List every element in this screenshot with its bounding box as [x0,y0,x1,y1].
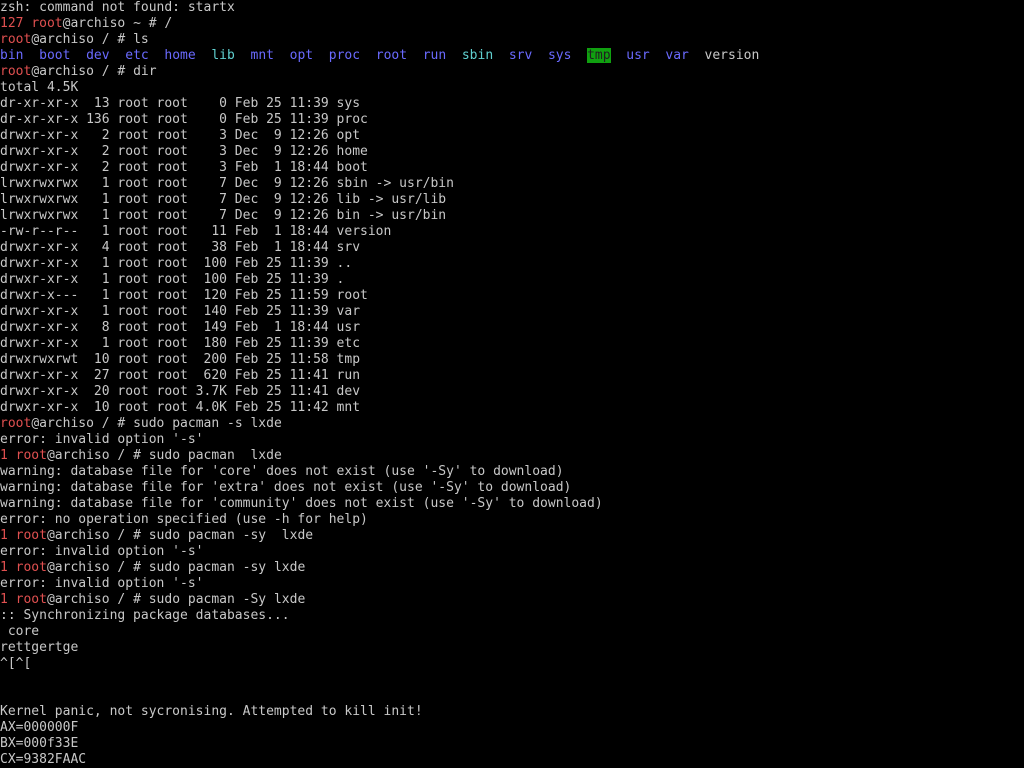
ls-entry: bin [0,48,24,63]
escape-sequence-line: ^[^[ [0,656,32,671]
terminal-console[interactable]: zsh: command not found: startx 127 root@… [0,0,1024,768]
ls-entry: run [422,48,447,63]
exit-status: 1 [0,592,8,607]
prompt-user: root [15,592,47,607]
prompt-line-cd: 127 root@archiso ~ # / [0,16,1024,32]
startx-error-text: zsh: command not found: startx [0,0,235,15]
dir-output-line: drwxr-xr-x 8 root root 149 Feb 1 18:44 u… [0,320,361,335]
exit-status: 1 [0,528,8,543]
exit-status: 1 [0,560,8,575]
prompt-host: @archiso [46,448,110,463]
dir-output-line: lrwxrwxrwx 1 root root 7 Dec 9 12:26 sbi… [0,176,454,191]
dir-total-line: total 4.5K [0,80,79,95]
prompt-line-pacman-s: root@archiso / # sudo pacman -s lxde [0,416,282,431]
command-text: # dir [117,64,157,79]
register-bx-line: BX=000f33E [0,736,79,751]
ls-output-line: bin boot dev etc home lib mnt opt proc r… [0,48,1024,64]
command-text: # sudo pacman lxde [133,448,282,463]
sync-message-line: :: Synchronizing package databases... [0,608,290,623]
prompt-user: root [31,16,63,31]
exit-status: 127 [0,16,24,31]
ls-entry: boot [39,48,71,63]
error-line: error: invalid option '-s' [0,576,204,591]
kernel-panic-line: Kernel panic, not sycronising. Attempted… [0,704,423,719]
ls-entry: lib [211,48,235,63]
prompt-host: @archiso [31,64,94,79]
prompt-line-dir: root@archiso / # dir [0,64,157,79]
prompt-line-pacman-sy-space: 1 root@archiso / # sudo pacman -sy lxde [0,528,314,543]
ls-entry: usr [626,48,650,63]
prompt-line-pacman-Sy: 1 root@archiso / # sudo pacman -Sy lxde [0,592,306,607]
prompt-user: root [15,448,47,463]
startx-error-line: zsh: command not found: startx [0,0,1024,16]
ls-entry: home [164,48,196,63]
prompt-host: @archiso [46,592,110,607]
dir-output-line: drwxr-xr-x 1 root root 100 Feb 25 11:39 … [0,256,353,271]
blank-gap [0,672,1024,704]
ls-entry: srv [508,48,533,63]
dir-output-line: drwxr-xr-x 1 root root 140 Feb 25 11:39 … [0,304,361,319]
warning-line: warning: database file for 'extra' does … [0,480,572,495]
register-ax-line: AX=000000F [0,720,79,735]
error-line: error: invalid option '-s' [0,544,204,559]
prompt-host: @archiso [62,16,126,31]
dir-output-line: drwxrwxrwt 10 root root 200 Feb 25 11:58… [0,352,361,367]
typed-garbage-line: rettgertge [0,640,79,655]
dir-output-line: drwxr-xr-x 2 root root 3 Dec 9 12:26 opt [0,128,361,143]
dir-output-line: drwxr-xr-x 2 root root 3 Dec 9 12:26 hom… [0,144,368,159]
warning-line: warning: database file for 'community' d… [0,496,603,511]
command-text: # sudo pacman -s lxde [117,416,282,431]
dir-output-line: lrwxrwxrwx 1 root root 7 Dec 9 12:26 bin… [0,208,447,223]
ls-entry: proc [328,48,361,63]
prompt-host: @archiso [46,560,110,575]
exit-status: 1 [0,448,8,463]
ls-entry: opt [289,48,314,63]
command-text: # / [148,16,173,31]
dir-output-line: drwxr-xr-x 27 root root 620 Feb 25 11:41… [0,368,361,383]
prompt-user: root [15,528,47,543]
ls-entry: sbin [461,48,494,63]
dir-output-line: lrwxrwxrwx 1 root root 7 Dec 9 12:26 lib… [0,192,447,207]
prompt-tilde: ~ [133,16,141,31]
dir-output-line: drwxr-xr-x 10 root root 4.0K Feb 25 11:4… [0,400,361,415]
prompt-user: root [0,32,32,47]
prompt-host: @archiso [31,32,94,47]
dir-output-line: drwxr-xr-x 1 root root 100 Feb 25 11:39 … [0,272,345,287]
dir-output-line: drwxr-xr-x 2 root root 3 Feb 1 18:44 boo… [0,160,368,175]
dir-output-line: dr-xr-xr-x 13 root root 0 Feb 25 11:39 s… [0,96,361,111]
dir-output-line: -rw-r--r-- 1 root root 11 Feb 1 18:44 ve… [0,224,392,239]
ls-entry: dev [86,48,110,63]
prompt-user: root [0,64,32,79]
prompt-line-pacman-sy: 1 root@archiso / # sudo pacman -sy lxde [0,560,306,575]
ls-entry: root [375,48,408,63]
command-text: # sudo pacman -Sy lxde [133,592,306,607]
prompt-line-pacman-plain: 1 root@archiso / # sudo pacman lxde [0,448,282,463]
dir-output-line: drwxr-xr-x 4 root root 38 Feb 1 18:44 sr… [0,240,361,255]
error-line: error: invalid option '-s' [0,432,204,447]
dir-output-line: dr-xr-xr-x 136 root root 0 Feb 25 11:39 … [0,112,368,127]
command-text: # sudo pacman -sy lxde [133,560,306,575]
ls-entry: etc [125,48,149,63]
prompt-user: root [15,560,47,575]
ls-entry: version [704,48,760,63]
prompt-host: @archiso [31,416,94,431]
ls-entry: mnt [250,48,274,63]
dir-output-line: drwxr-x--- 1 root root 120 Feb 25 11:59 … [0,288,368,303]
ls-entry: var [665,48,689,63]
dir-output-line: drwxr-xr-x 20 root root 3.7K Feb 25 11:4… [0,384,361,399]
warning-line: warning: database file for 'core' does n… [0,464,564,479]
ls-entry-tmp: tmp [587,48,611,63]
command-text: # sudo pacman -sy lxde [133,528,314,543]
prompt-line-ls: root@archiso / # ls [0,32,149,47]
dir-output-line: drwxr-xr-x 1 root root 180 Feb 25 11:39 … [0,336,361,351]
command-text: # ls [117,32,149,47]
register-cx-line: CX=9382FAAC [0,752,87,767]
prompt-host: @archiso [46,528,110,543]
sync-core-line: core [0,624,40,639]
prompt-user: root [0,416,32,431]
ls-entry: sys [547,48,572,63]
error-line: error: no operation specified (use -h fo… [0,512,368,527]
